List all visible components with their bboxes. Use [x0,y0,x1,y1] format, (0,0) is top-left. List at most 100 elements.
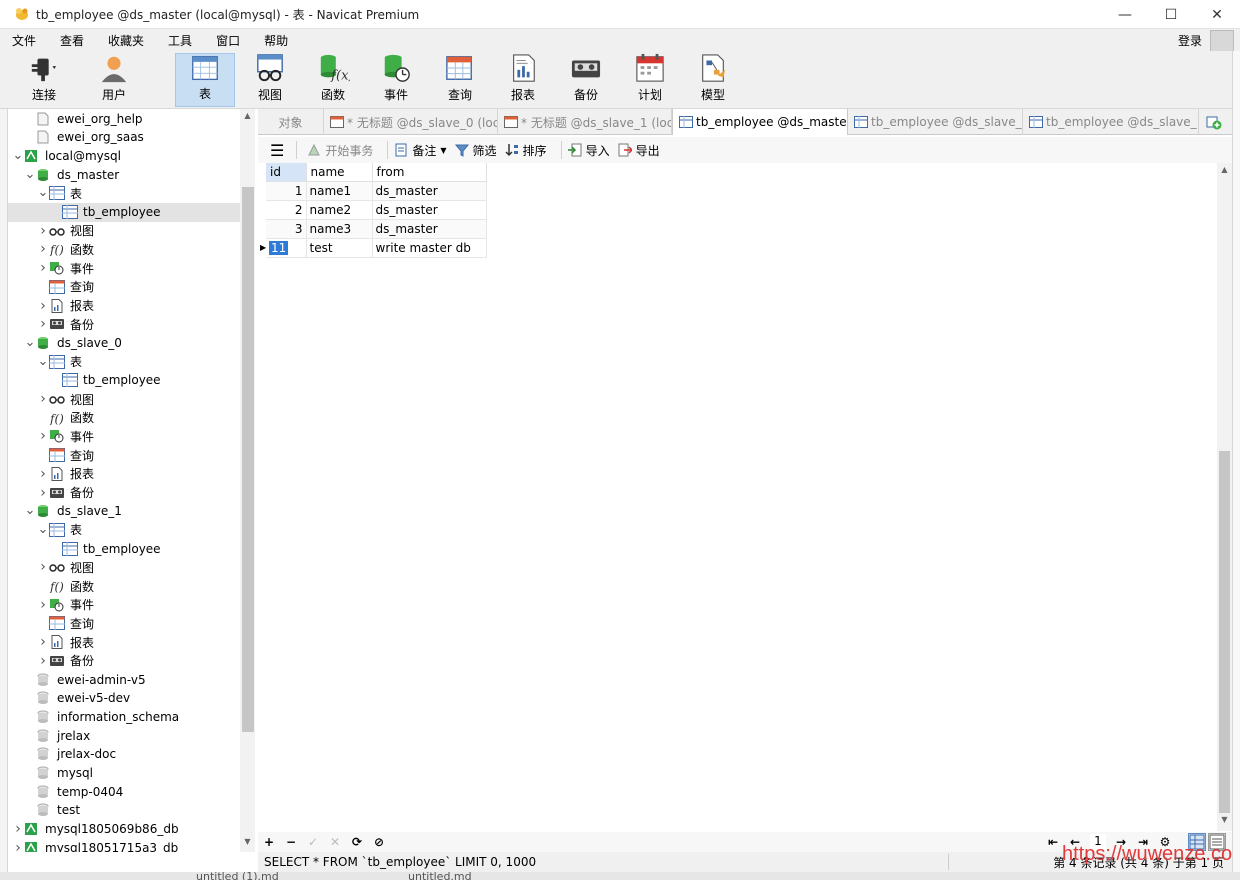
chevron-right-icon[interactable]: › [37,634,49,650]
chevron-down-icon[interactable]: ⌄ [24,336,36,349]
menu-hamburger-icon[interactable]: ☰ [270,141,284,160]
table-cell[interactable]: name2 [306,200,373,220]
chevron-right-icon[interactable]: › [37,316,49,332]
add-record-button[interactable]: + [262,834,276,850]
table-cell[interactable]: 11 [266,238,307,258]
sidebar-scrollbar[interactable]: ▲ ▼ [240,109,255,852]
tree-item[interactable]: tb_employee [8,371,240,390]
table-cell[interactable]: 3 [266,219,307,239]
grid-vertical-scrollbar[interactable]: ▲ ▼ [1217,163,1232,831]
tree-item[interactable]: › mysql18051715a3_db [8,838,240,852]
chevron-down-icon[interactable]: ⌄ [37,186,49,199]
table-row[interactable]: 11 test write master db [266,238,487,258]
begin-transaction-button[interactable]: 开始事务 [307,142,373,159]
menu-favorites[interactable]: 收藏夹 [96,32,156,49]
tree-item[interactable]: ⌄ 表 [8,352,240,371]
chevron-right-icon[interactable]: › [37,391,49,407]
discard-changes-button[interactable]: ✕ [328,834,342,850]
toolbar-report-button[interactable]: 报表 [493,53,553,107]
tab-query-slave0[interactable]: * 无标题 @ds_slave_0 (loc... [324,109,498,135]
close-button[interactable]: ✕ [1194,0,1240,29]
tree-item[interactable]: f() 函数 [8,577,240,596]
toolbar-backup-button[interactable]: 备份 [556,53,616,107]
tree-item[interactable]: ewei_org_help [8,109,240,128]
toolbar-event-button[interactable]: 事件 [366,53,426,107]
chevron-right-icon[interactable]: › [37,653,49,669]
chevron-right-icon[interactable]: › [37,223,49,239]
tab-tb-employee-master[interactable]: tb_employee @ds_master ... [672,109,848,135]
tree-item[interactable]: ⌄ 表 [8,520,240,539]
tree-item[interactable]: › 视图 [8,558,240,577]
tab-query-slave1[interactable]: * 无标题 @ds_slave_1 (loc... [498,109,672,135]
tree-item[interactable]: ⌄ local@mysql [8,146,240,165]
tree-item[interactable]: f() 函数 [8,408,240,427]
tree-item[interactable]: 查询 [8,614,240,633]
tree-item[interactable]: ⌄ ds_master [8,165,240,184]
chevron-right-icon[interactable]: › [12,840,24,852]
table-cell[interactable]: 1 [266,181,307,201]
chevron-right-icon[interactable]: › [37,298,49,314]
scroll-up-icon[interactable]: ▲ [1217,165,1232,179]
table-cell[interactable]: name1 [306,181,373,201]
refresh-button[interactable]: ⟳ [350,834,364,850]
sort-button[interactable]: 排序 [505,142,547,159]
menu-window[interactable]: 窗口 [204,32,252,49]
tree-item[interactable]: tb_employee [8,539,240,558]
chevron-right-icon[interactable]: › [37,241,49,257]
chevron-right-icon[interactable]: › [37,597,49,613]
chevron-right-icon[interactable]: › [37,485,49,501]
login-link[interactable]: 登录 [1178,32,1202,49]
chevron-down-icon[interactable]: ⌄ [37,355,49,368]
chevron-right-icon[interactable]: › [37,428,49,444]
tree-item[interactable]: › 事件 [8,595,240,614]
tree-item[interactable]: › 视图 [8,390,240,409]
scroll-up-icon[interactable]: ▲ [240,111,255,125]
tree-item[interactable]: ewei-v5-dev [8,689,240,708]
scroll-down-icon[interactable]: ▼ [1217,815,1232,829]
minimize-button[interactable]: — [1102,0,1148,29]
toolbar-schedule-button[interactable]: 计划 [620,53,680,107]
table-row[interactable]: 3 name3 ds_master [266,219,487,239]
tree-item[interactable]: tb_employee [8,202,240,222]
chevron-down-icon[interactable]: ⌄ [24,504,36,517]
toolbar-model-button[interactable]: 模型 [683,53,743,107]
sidebar-scroll-thumb[interactable] [242,187,254,732]
toolbar-connection-button[interactable]: 连接 [14,53,74,107]
tab-tb-employee-slave0[interactable]: tb_employee @ds_slave_0 ... [848,109,1023,135]
table-cell[interactable]: ds_master [372,200,487,220]
tree-item[interactable]: › mysql1805069b86_db [8,820,240,839]
chevron-right-icon[interactable]: › [12,821,24,837]
tree-item[interactable]: › 备份 [8,315,240,334]
tree-item[interactable]: ewei_org_saas [8,128,240,147]
tree-item[interactable]: jrelax-doc [8,745,240,764]
scroll-down-icon[interactable]: ▼ [240,837,255,851]
tab-objects[interactable]: 对象 [258,109,324,135]
tree-item[interactable]: › 备份 [8,483,240,502]
table-cell[interactable]: write master db [372,238,487,258]
tree-item[interactable]: jrelax [8,726,240,745]
tree-item[interactable]: ⌄ 表 [8,184,240,203]
tree-item[interactable]: 查询 [8,446,240,465]
tree-item[interactable]: › 事件 [8,427,240,446]
menu-view[interactable]: 查看 [48,32,96,49]
stop-button[interactable]: ⊘ [372,834,386,850]
tree-item[interactable]: temp-0404 [8,782,240,801]
tree-item[interactable]: › 报表 [8,296,240,315]
tree-item[interactable]: › f() 函数 [8,240,240,259]
table-cell[interactable]: ds_master [372,219,487,239]
table-row[interactable]: 2 name2 ds_master [266,200,487,220]
maximize-button[interactable]: ☐ [1148,0,1194,29]
chevron-right-icon[interactable]: › [37,260,49,276]
column-header-name[interactable]: name [306,163,373,182]
column-header-id[interactable]: id [266,163,307,182]
chevron-right-icon[interactable]: › [37,466,49,482]
table-cell[interactable]: ds_master [372,181,487,201]
table-cell[interactable]: test [306,238,373,258]
chevron-down-icon[interactable]: ▼ [440,146,446,155]
tree-item[interactable]: ⌄ ds_slave_1 [8,502,240,521]
tree-item[interactable]: ewei-admin-v5 [8,670,240,689]
table-cell[interactable]: 2 [266,200,307,220]
toolbar-query-button[interactable]: 查询 [430,53,490,107]
memo-button[interactable]: 备注 ▼ [394,142,447,159]
table-row[interactable]: 1 name1 ds_master [266,181,487,201]
